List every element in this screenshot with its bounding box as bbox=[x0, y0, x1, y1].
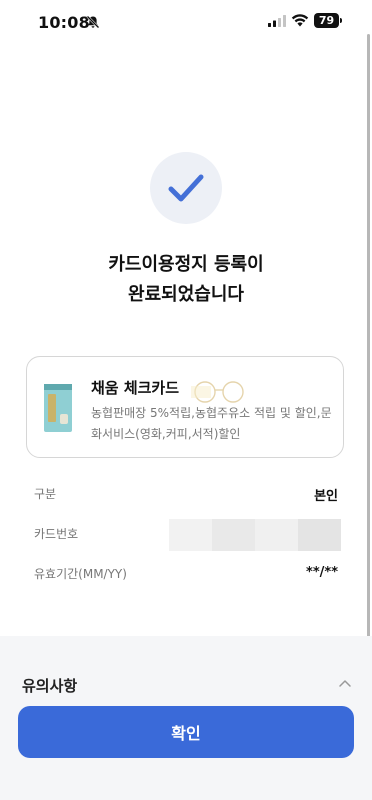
notice-toggle-label[interactable]: 유의사항 bbox=[22, 675, 77, 696]
card-description: 농협판매장 5%적립,농협주유소 적립 및 할인,문화서비스(영화,커피,서적)… bbox=[91, 406, 332, 441]
masked-block bbox=[298, 519, 341, 551]
card-number-label: 카드번호 bbox=[34, 527, 79, 541]
scroll-indicator[interactable] bbox=[367, 34, 370, 638]
status-bar: 10:08 79 bbox=[0, 0, 372, 44]
battery-icon: 79 bbox=[314, 13, 339, 28]
check-icon bbox=[168, 174, 204, 202]
card-info-box: 채움 체크카드 농협판매장 5%적립,농협주유소 적립 및 할인,문화서비스(영… bbox=[26, 356, 344, 458]
result-title-line2: 완료되었습니다 bbox=[128, 284, 244, 305]
status-time: 10:08 bbox=[38, 13, 90, 32]
chevron-up-icon[interactable] bbox=[338, 678, 352, 688]
result-title-line1: 카드이용정지 등록이 bbox=[108, 254, 264, 275]
wifi-icon bbox=[291, 14, 309, 27]
type-value: 본인 bbox=[314, 489, 338, 504]
masked-block bbox=[169, 519, 212, 551]
expiry-value: **/** bbox=[306, 565, 338, 580]
card-name: 채움 체크카드 bbox=[91, 379, 180, 397]
card-thumbnail bbox=[44, 384, 72, 432]
masked-block bbox=[255, 519, 298, 551]
masked-block bbox=[212, 519, 255, 551]
signal-icon bbox=[268, 15, 286, 27]
card-number-masked bbox=[169, 519, 341, 551]
expiry-label: 유효기간(MM/YY) bbox=[34, 567, 127, 581]
confirm-button[interactable]: 확인 bbox=[18, 706, 354, 758]
bell-off-icon bbox=[86, 15, 100, 29]
success-check-badge bbox=[150, 152, 222, 224]
type-label: 구분 bbox=[34, 487, 57, 501]
battery-cap bbox=[340, 18, 342, 23]
